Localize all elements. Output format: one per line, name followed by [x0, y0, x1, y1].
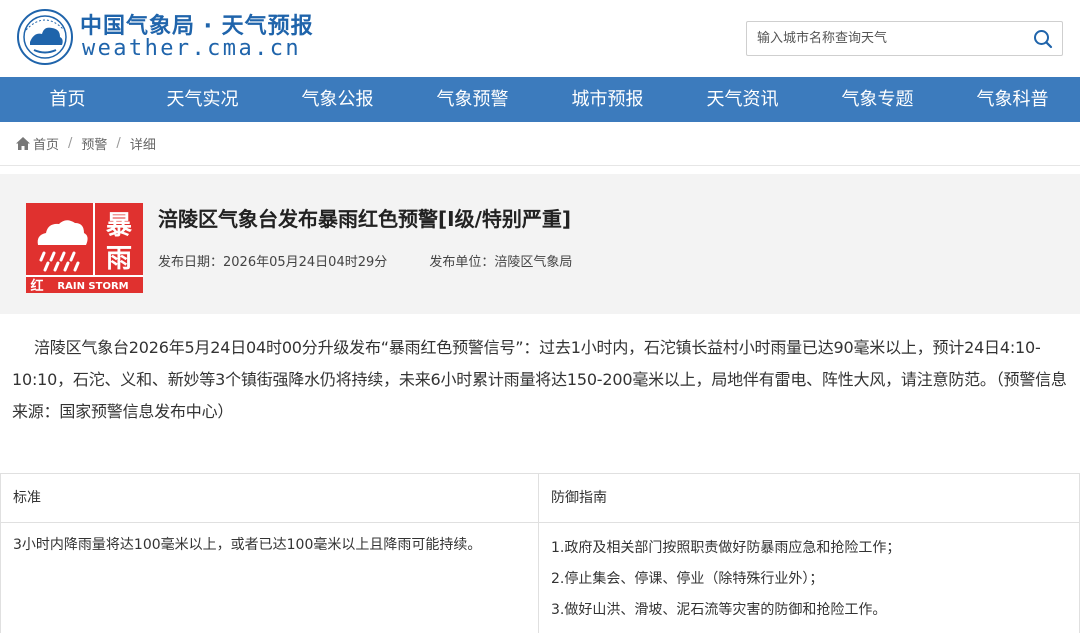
guide-item: 2.停止集会、停课、停业（除特殊行业外）； [551, 571, 824, 587]
alert-paragraph: 涪陵区气象台2026年5月24日04时00分升级发布“暴雨红色预警信号”：过去1… [12, 338, 1067, 421]
search-icon[interactable] [1032, 28, 1054, 50]
publish-date: 发布日期：2026年05月24日04时29分 [158, 255, 388, 270]
site-header: 中国气象局 · 天气预报 weather.cma.cn [0, 0, 1080, 77]
nav-item-observation[interactable]: 天气实况 [135, 77, 270, 122]
table-row: 3小时内降雨量将达100毫米以上，或者已达100毫米以上且降雨可能持续。 1.政… [0, 522, 1080, 633]
icon-level-char: 红 [30, 278, 43, 293]
city-search-input[interactable] [747, 22, 1017, 55]
nav-item-science[interactable]: 气象科普 [945, 77, 1080, 122]
guide-item: 1.政府及相关部门按照职责做好防暴雨应急和抢险工作； [551, 540, 901, 556]
nav-item-warning[interactable]: 气象预警 [405, 77, 540, 122]
table-header-row: 标准 防御指南 [0, 473, 1080, 523]
breadcrumb-separator: / [116, 136, 121, 151]
brand-title-en[interactable]: weather.cma.cn [82, 36, 301, 61]
breadcrumb-warning[interactable]: 预警 [81, 134, 107, 153]
alert-summary: 暴 雨 红 RAIN STORM 涪陵区气象台发布暴雨红色预警[Ⅰ级/特别严重]… [0, 174, 1080, 314]
alert-content: 涪陵区气象台2026年5月24日04时00分升级发布“暴雨红色预警信号”：过去1… [0, 332, 1080, 428]
nav-item-city-forecast[interactable]: 城市预报 [540, 77, 675, 122]
alert-meta: 发布日期：2026年05月24日04时29分 发布单位：涪陵区气象局 [158, 251, 572, 270]
standard-cell: 3小时内降雨量将达100毫米以上，或者已达100毫米以上且降雨可能持续。 [0, 522, 539, 633]
nav-item-home[interactable]: 首页 [0, 77, 135, 122]
breadcrumb-current: 详细 [129, 138, 156, 153]
nav-item-topics[interactable]: 气象专题 [810, 77, 945, 122]
guide-item: 3.做好山洪、滑坡、泥石流等灾害的防御和抢险工作。 [551, 602, 887, 618]
alert-title: 涪陵区气象台发布暴雨红色预警[Ⅰ级/特别严重] [158, 207, 572, 231]
nav-item-news[interactable]: 天气资讯 [675, 77, 810, 122]
publish-unit: 发布单位：涪陵区气象局 [429, 255, 573, 270]
defense-guide-table: 标准 防御指南 3小时内降雨量将达100毫米以上，或者已达100毫米以上且降雨可… [0, 473, 1080, 633]
breadcrumb: 首页 / 预警 / 详细 [0, 122, 1080, 166]
breadcrumb-separator: / [68, 136, 73, 151]
home-icon [16, 137, 30, 150]
breadcrumb-home[interactable]: 首页 [33, 134, 59, 153]
guide-cell: 1.政府及相关部门按照职责做好防暴雨应急和抢险工作； 2.停止集会、停课、停业（… [538, 522, 1080, 633]
nav-item-bulletin[interactable]: 气象公报 [270, 77, 405, 122]
table-header-standard: 标准 [0, 473, 539, 523]
main-nav: 首页 天气实况 气象公报 气象预警 城市预报 天气资讯 气象专题 气象科普 [0, 77, 1080, 122]
icon-en-label: RAIN STORM [57, 281, 128, 292]
rainstorm-red-warning-icon: 暴 雨 红 RAIN STORM [26, 203, 143, 293]
table-header-guide: 防御指南 [538, 473, 1080, 523]
icon-char-bao: 暴 [106, 211, 132, 241]
icon-char-yu: 雨 [106, 244, 132, 274]
cma-logo-icon[interactable] [16, 8, 74, 66]
city-search-box [746, 21, 1063, 56]
